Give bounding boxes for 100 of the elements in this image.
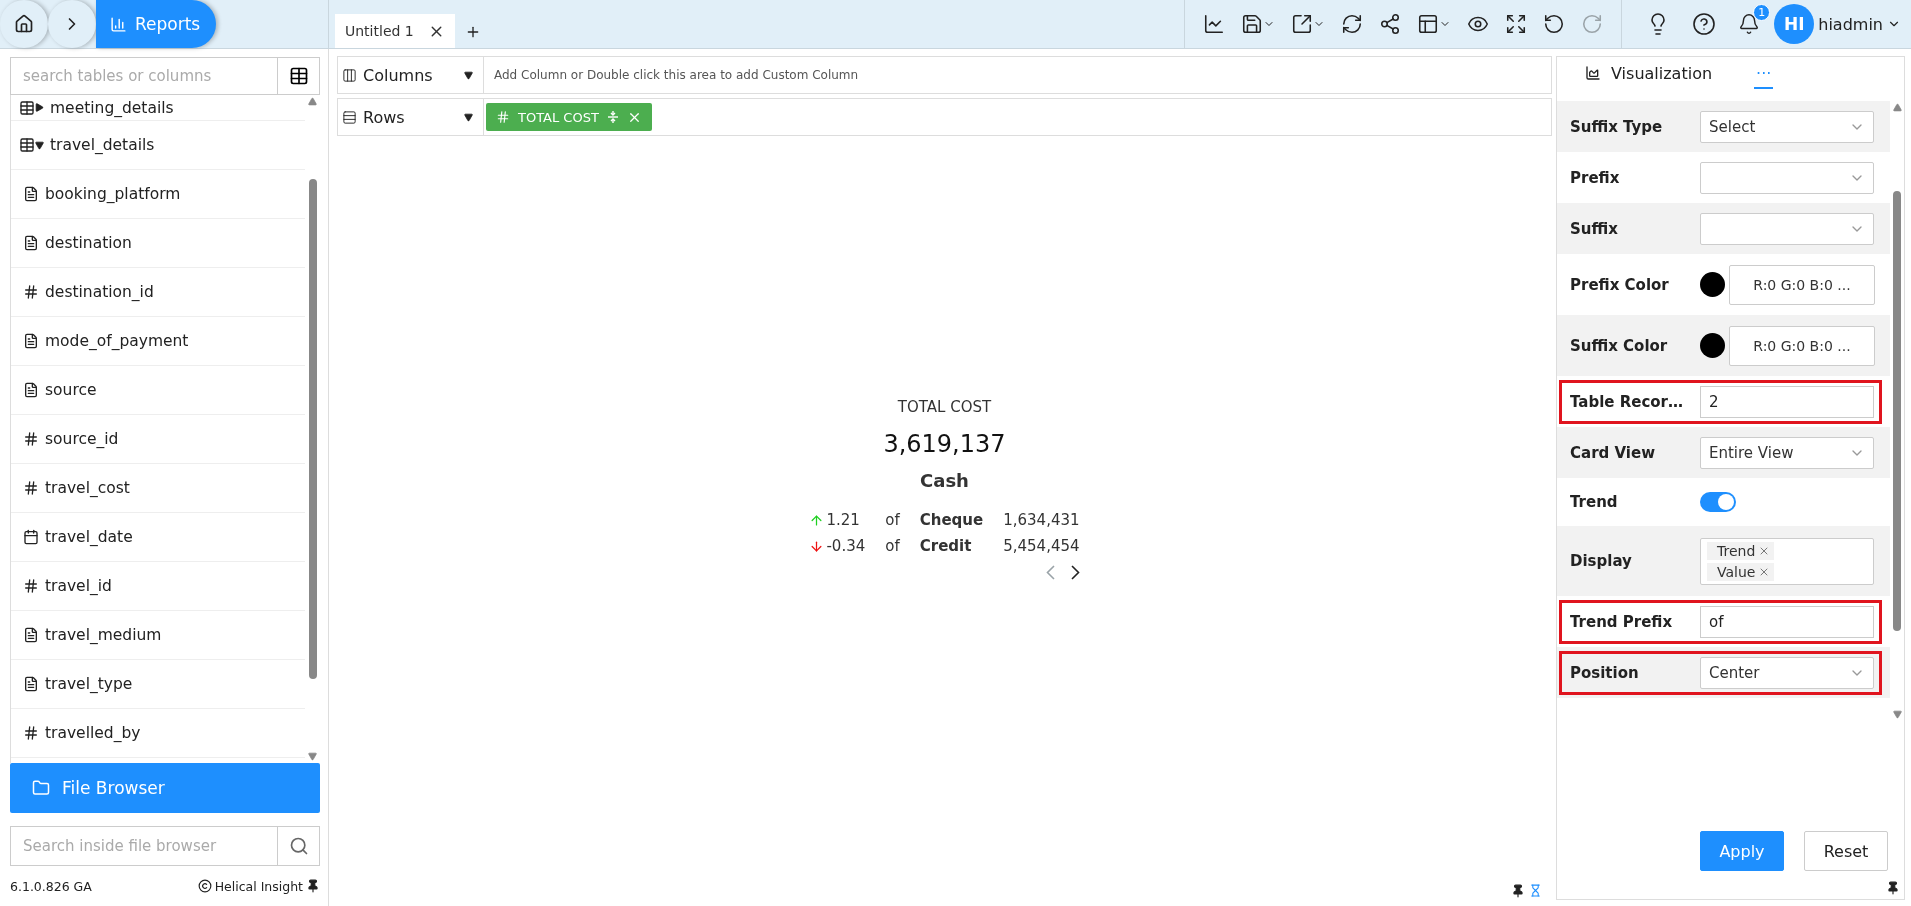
trend-change: 1.21 — [826, 511, 860, 529]
select-field[interactable] — [1700, 212, 1874, 245]
undo-button[interactable] — [1543, 13, 1566, 35]
trend-value: 5,454,454 — [1003, 537, 1080, 555]
fullscreen-button[interactable] — [1505, 13, 1528, 35]
setting-label: Display — [1570, 552, 1633, 570]
pin-icon[interactable] — [1886, 881, 1900, 895]
tree-item[interactable]: booking_platform — [45, 185, 181, 203]
document-icon — [23, 382, 39, 398]
setting-label: Suffix Color — [1570, 336, 1669, 355]
tree-item[interactable]: source_id — [45, 430, 119, 448]
select-field[interactable]: Select — [1700, 110, 1874, 143]
calendar-icon — [23, 529, 39, 545]
export-button[interactable] — [1291, 13, 1326, 35]
bell-button[interactable] — [1738, 13, 1761, 35]
hash-icon — [23, 284, 39, 300]
save-icon — [1241, 13, 1264, 35]
help-button[interactable] — [1692, 12, 1717, 36]
pill-label: TOTAL COST — [518, 109, 599, 125]
scroll-down-icon[interactable] — [1892, 710, 1902, 719]
setting-label: Card View — [1570, 443, 1656, 462]
export-icon — [1291, 13, 1314, 35]
setting-label: Prefix Color — [1570, 275, 1670, 294]
hash-icon — [23, 480, 39, 496]
tree-item[interactable]: destination — [45, 234, 132, 252]
hash-icon — [496, 110, 510, 124]
help-icon — [1692, 12, 1717, 36]
report-tab[interactable]: Untitled 1 — [335, 14, 455, 48]
color-swatch[interactable] — [1700, 272, 1725, 297]
share-button[interactable] — [1379, 13, 1402, 35]
tree-item[interactable]: travel_medium — [45, 626, 162, 644]
card-category: Cash — [920, 470, 969, 491]
next-button[interactable] — [1070, 565, 1080, 580]
tree-item[interactable]: source — [45, 381, 97, 399]
setting-label: Suffix Type — [1570, 117, 1664, 136]
undo-icon — [1543, 13, 1566, 35]
trend-value: 1,634,431 — [1003, 511, 1080, 529]
document-icon — [23, 627, 39, 643]
card-value: 3,619,137 — [883, 430, 1006, 458]
scrollbar[interactable] — [305, 95, 320, 763]
scrollbar[interactable] — [1890, 101, 1904, 721]
tags-field[interactable]: Trend Value — [1700, 537, 1874, 585]
select-field[interactable]: Center — [1700, 656, 1874, 689]
input-field[interactable]: of — [1700, 605, 1874, 638]
area-chart-icon — [1585, 65, 1601, 81]
fullscreen-icon — [1505, 13, 1528, 35]
search-button[interactable] — [278, 826, 320, 866]
version-label: 6.1.0.826 GA — [10, 878, 92, 894]
caret-icon[interactable] — [35, 140, 44, 150]
tree-item[interactable]: travel_details — [50, 136, 155, 154]
document-icon — [23, 235, 39, 251]
tree-item[interactable]: travel_id — [45, 577, 112, 595]
tree-item[interactable]: travel_type — [45, 675, 133, 693]
file-search-field[interactable]: Search inside file browser — [10, 826, 278, 866]
table-icon — [19, 99, 35, 116]
color-swatch[interactable] — [1700, 333, 1725, 358]
caret-icon[interactable] — [35, 103, 44, 112]
setting-label: Table Recor… — [1570, 392, 1684, 411]
tree-item[interactable]: destination_id — [45, 283, 154, 301]
table-view-button[interactable] — [278, 57, 320, 95]
tree-item[interactable]: meeting_details — [50, 98, 174, 117]
panel-tab[interactable]: Visualization — [1583, 59, 1715, 89]
home-button[interactable] — [0, 0, 48, 48]
pin-icon[interactable] — [1511, 884, 1525, 898]
color-field[interactable]: R:0 G:0 B:0 ... — [1729, 325, 1875, 366]
tree-item[interactable]: mode_of_payment — [45, 332, 189, 350]
select-field[interactable] — [1700, 161, 1874, 194]
trend-prefix: of — [885, 537, 900, 555]
layout-button[interactable] — [1417, 13, 1452, 35]
redo-icon — [1581, 13, 1604, 35]
hash-icon — [23, 725, 39, 741]
scroll-down-icon[interactable] — [308, 752, 317, 761]
scroll-up-icon[interactable] — [1892, 103, 1902, 112]
search-field[interactable]: search tables or columns — [10, 57, 278, 95]
trend-prefix: of — [885, 511, 900, 529]
hash-icon — [23, 578, 39, 594]
tree-item[interactable]: travel_date — [45, 528, 133, 546]
setting-label: Prefix — [1570, 168, 1621, 187]
table-icon — [288, 66, 309, 86]
caret-icon — [464, 70, 473, 80]
folder-icon — [32, 779, 50, 797]
line-chart-button[interactable] — [1203, 13, 1226, 35]
user-menu[interactable]: HI hiadmin — [1774, 4, 1901, 44]
table-icon — [19, 137, 35, 153]
tree-item[interactable]: travelled_by — [45, 724, 141, 742]
input-field[interactable]: 2 — [1700, 385, 1874, 418]
pin-icon[interactable] — [306, 879, 320, 893]
save-button[interactable] — [1241, 13, 1276, 35]
tree-item[interactable]: travel_cost — [45, 479, 130, 497]
scroll-up-icon[interactable] — [308, 97, 317, 106]
reset-button[interactable]: Reset — [1804, 831, 1888, 871]
document-icon — [23, 333, 39, 349]
refresh-button[interactable] — [1341, 13, 1364, 35]
rows-icon — [342, 109, 357, 125]
select-field[interactable]: Entire View — [1700, 436, 1874, 469]
toggle-switch[interactable] — [1700, 492, 1736, 512]
color-field[interactable]: R:0 G:0 B:0 ... — [1729, 264, 1875, 305]
split-icon[interactable] — [606, 110, 619, 124]
trend-label: Credit — [919, 537, 973, 555]
line-chart-icon — [1203, 13, 1226, 35]
